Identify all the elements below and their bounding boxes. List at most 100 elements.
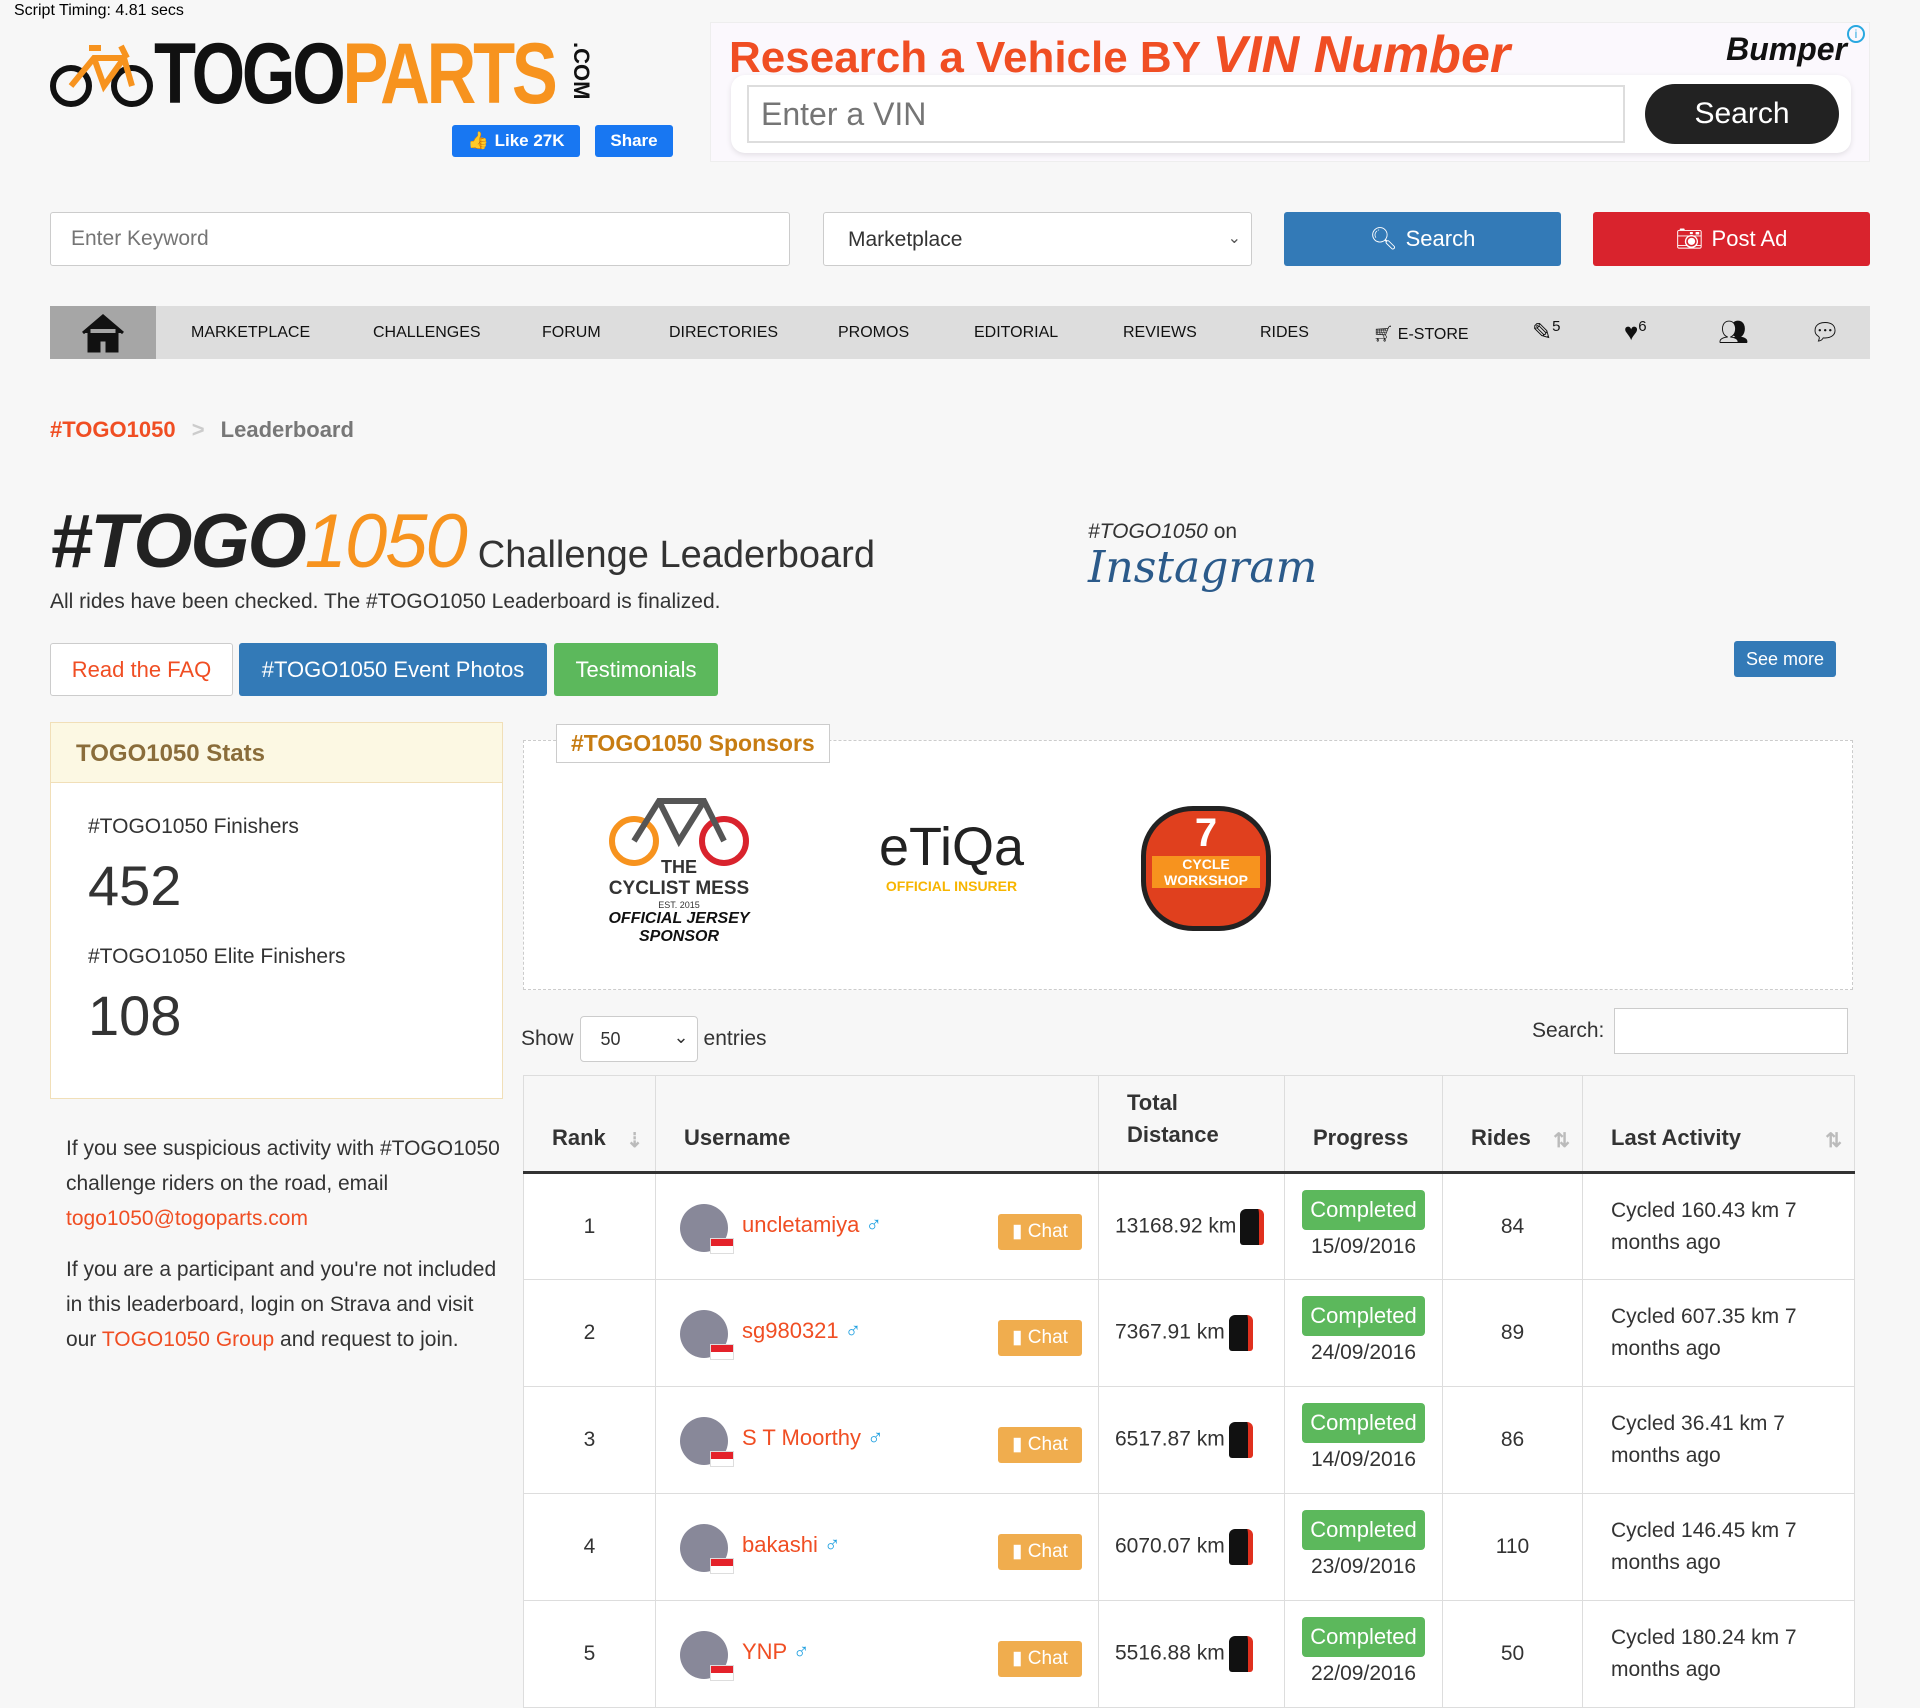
- nav-home[interactable]: [50, 306, 156, 359]
- username-cell: bakashi ♂ ▮ Chat: [655, 1493, 1099, 1601]
- username-link[interactable]: bakashi: [742, 1532, 818, 1557]
- sort-icon: ⇅: [1553, 1130, 1570, 1152]
- last-activity-cell: Cycled 180.24 km 7 months ago: [1582, 1600, 1855, 1708]
- category-select[interactable]: Marketplace ⌄: [823, 212, 1252, 266]
- nav-directories[interactable]: Directories: [669, 324, 778, 342]
- rank-cell: 1: [523, 1172, 656, 1280]
- home-icon: [82, 313, 124, 352]
- togoparts-logo[interactable]: TOGOPARTS .COM: [49, 26, 655, 122]
- vin-input[interactable]: [747, 85, 1625, 143]
- status-badge: Completed: [1302, 1617, 1425, 1657]
- header-progress[interactable]: Progress: [1284, 1075, 1443, 1174]
- chat-button[interactable]: ▮ Chat: [998, 1427, 1082, 1463]
- table-row: 5 YNP ♂ ▮ Chat 5516.88 km Completed 22/09/…: [523, 1600, 1855, 1708]
- username-cell: sg980321 ♂ ▮ Chat: [655, 1279, 1099, 1387]
- event-photos-button[interactable]: #TOGO1050 Event Photos: [239, 643, 547, 696]
- breadcrumb-root[interactable]: #TOGO1050: [50, 417, 176, 442]
- rank-cell: 2: [523, 1279, 656, 1387]
- see-more-button[interactable]: See more: [1734, 641, 1836, 677]
- rank-cell: 5: [523, 1600, 656, 1708]
- header-last-activity[interactable]: Last Activity ⇅: [1582, 1075, 1855, 1174]
- sponsors-panel: #TOGO1050 Sponsors THE CYCLIST MESS EST.…: [523, 724, 1853, 990]
- singapore-flag-icon: [710, 1558, 734, 1574]
- singapore-flag-icon: [710, 1238, 734, 1254]
- progress-cell: Completed 15/09/2016: [1284, 1172, 1443, 1280]
- cart-icon: 🛒︎: [1373, 326, 1394, 343]
- ad-info-icon[interactable]: i: [1847, 25, 1865, 43]
- entries-control: Show 50 ⌄ entries: [521, 1016, 767, 1062]
- progress-cell: Completed 23/09/2016: [1284, 1493, 1443, 1601]
- singapore-flag-icon: [710, 1665, 734, 1681]
- keyword-input[interactable]: [50, 212, 790, 266]
- rank-cell: 3: [523, 1386, 656, 1494]
- nav-promos[interactable]: Promos: [838, 324, 909, 342]
- email-link[interactable]: togo1050@togoparts.com: [66, 1207, 308, 1230]
- username-link[interactable]: S T Moorthy: [742, 1425, 861, 1450]
- table-row: 1 uncletamiya ♂ ▮ Chat 13168.92 km Comple…: [523, 1172, 1855, 1280]
- nav-edit[interactable]: ✎5: [1532, 318, 1560, 347]
- chat-bubble-icon[interactable]: 💬︎: [1810, 318, 1840, 347]
- faq-button[interactable]: Read the FAQ: [50, 643, 233, 696]
- vin-search-button[interactable]: Search: [1645, 84, 1839, 144]
- username-link[interactable]: YNP: [742, 1639, 787, 1664]
- nav-forum[interactable]: Forum: [542, 324, 601, 342]
- nav-estore[interactable]: 🛒︎ E-Store: [1373, 324, 1469, 344]
- leaderboard-table: Rank ⇣ Username Total Distance Progress R…: [523, 1075, 1855, 1708]
- sponsor-etiqa[interactable]: eTiQa OFFICIAL INSURER: [879, 816, 1024, 894]
- rides-cell: 86: [1442, 1386, 1583, 1494]
- chevron-down-icon: ⌄: [1227, 230, 1241, 247]
- chat-button[interactable]: ▮ Chat: [998, 1641, 1082, 1677]
- username-link[interactable]: uncletamiya: [742, 1212, 859, 1237]
- search-button[interactable]: 🔍︎ Search: [1284, 212, 1561, 266]
- testimonials-button[interactable]: Testimonials: [554, 643, 718, 696]
- table-search-input[interactable]: [1614, 1008, 1849, 1054]
- chat-button[interactable]: ▮ Chat: [998, 1320, 1082, 1356]
- camera-icon: 📷︎: [1675, 226, 1704, 251]
- rank-cell: 4: [523, 1493, 656, 1601]
- nav-challenges[interactable]: Challenges: [373, 324, 481, 342]
- stats-panel: TOGO1050 Stats #TOGO1050 Finishers 452 #…: [50, 722, 503, 1099]
- post-ad-button[interactable]: 📷︎ Post Ad: [1593, 212, 1870, 266]
- chat-button[interactable]: ▮ Chat: [998, 1534, 1082, 1570]
- nav-favourites[interactable]: ♥6: [1624, 318, 1647, 347]
- header-rank[interactable]: Rank ⇣: [523, 1075, 656, 1174]
- sponsor-cyclist-mess[interactable]: THE CYCLIST MESS EST. 2015 OFFICIAL JERS…: [594, 786, 764, 946]
- facebook-like-button[interactable]: 👍 Like 27K: [452, 125, 580, 157]
- nav-reviews[interactable]: Reviews: [1123, 324, 1197, 342]
- nav-rides[interactable]: Rides: [1260, 324, 1309, 342]
- chat-icon: ▮: [1012, 1327, 1023, 1348]
- table-row: 2 sg980321 ♂ ▮ Chat 7367.91 km Completed 2…: [523, 1279, 1855, 1387]
- search-icon: 🔍︎: [1369, 226, 1398, 251]
- distance-cell: 13168.92 km: [1098, 1172, 1285, 1280]
- male-icon: ♂: [792, 1639, 810, 1664]
- pencil-icon: ✎: [1532, 319, 1553, 346]
- facebook-share-button[interactable]: Share: [595, 125, 673, 157]
- progress-cell: Completed 24/09/2016: [1284, 1279, 1443, 1387]
- last-activity-cell: Cycled 146.45 km 7 months ago: [1582, 1493, 1855, 1601]
- last-activity-cell: Cycled 607.35 km 7 months ago: [1582, 1279, 1855, 1387]
- progress-cell: Completed 22/09/2016: [1284, 1600, 1443, 1708]
- header-username[interactable]: Username: [655, 1075, 1099, 1174]
- vin-ad-banner[interactable]: Research a Vehicle BY VIN Number Bumper …: [710, 22, 1870, 162]
- last-activity-cell: Cycled 160.43 km 7 months ago: [1582, 1172, 1855, 1280]
- users-icon[interactable]: 👥︎: [1718, 318, 1748, 347]
- rides-cell: 50: [1442, 1600, 1583, 1708]
- jersey-icon: [1228, 1529, 1253, 1565]
- table-row: 3 S T Moorthy ♂ ▮ Chat 6517.87 km Complet…: [523, 1386, 1855, 1494]
- breadcrumb: #TOGO1050 > Leaderboard: [50, 417, 354, 442]
- header-distance[interactable]: Total Distance: [1098, 1075, 1285, 1174]
- distance-cell: 6070.07 km: [1098, 1493, 1285, 1601]
- nav-marketplace[interactable]: Marketplace: [191, 324, 310, 342]
- status-badge: Completed: [1302, 1510, 1425, 1550]
- sponsor-cycle-workshop[interactable]: 7 CYCLE WORKSHOP: [1141, 806, 1271, 931]
- table-row: 4 bakashi ♂ ▮ Chat 6070.07 km Completed 23…: [523, 1493, 1855, 1601]
- instagram-link[interactable]: #TOGO1050 on Instagram: [1088, 520, 1317, 593]
- nav-editorial[interactable]: Editorial: [974, 324, 1058, 342]
- script-timing: Script Timing: 4.81 secs: [14, 2, 184, 19]
- rides-cell: 110: [1442, 1493, 1583, 1601]
- chat-button[interactable]: ▮ Chat: [998, 1214, 1082, 1250]
- header-rides[interactable]: Rides ⇅: [1442, 1075, 1583, 1174]
- group-link[interactable]: TOGO1050 Group: [102, 1328, 274, 1351]
- entries-select[interactable]: 50 ⌄: [579, 1016, 698, 1062]
- username-link[interactable]: sg980321: [742, 1318, 839, 1343]
